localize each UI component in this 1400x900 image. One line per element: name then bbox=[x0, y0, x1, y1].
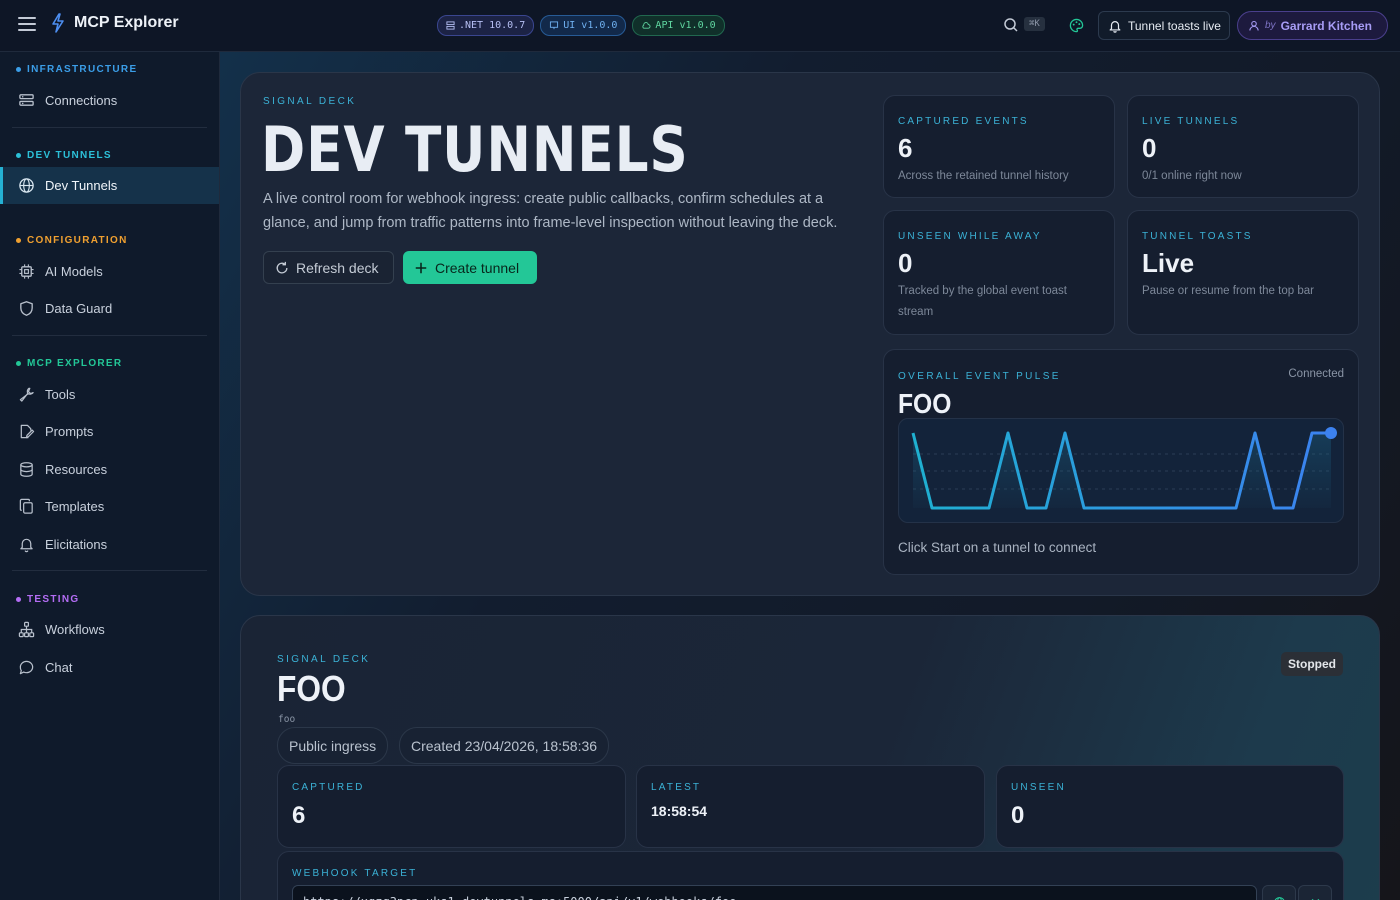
status-badge: Stopped bbox=[1281, 652, 1343, 676]
user-name: Garrard Kitchen bbox=[1280, 18, 1372, 33]
api-version-badge: API v1.0.0 bbox=[632, 15, 725, 36]
dotnet-version-badge: .NET 10.0.7 bbox=[437, 15, 535, 36]
refresh-icon bbox=[276, 261, 288, 273]
pulse-sparkline bbox=[911, 427, 1337, 510]
sidebar-divider bbox=[12, 570, 207, 571]
bell-icon bbox=[20, 538, 33, 553]
tunnel-card: SIGNAL DECK FOO foo Stopped Public ingre… bbox=[240, 615, 1380, 900]
sidebar-item-elicitations[interactable]: Elicitations bbox=[0, 526, 219, 563]
globe-icon bbox=[1273, 896, 1285, 900]
sidebar-item-prompts[interactable]: Prompts bbox=[0, 413, 219, 450]
bolt-icon bbox=[52, 13, 64, 33]
tunnel-unseen-card: UNSEEN 0 bbox=[996, 765, 1344, 848]
cloud-icon bbox=[642, 22, 651, 29]
brand[interactable]: MCP Explorer bbox=[50, 13, 179, 33]
tunnel-toasts-toggle-button[interactable]: Tunnel toasts live bbox=[1098, 11, 1230, 40]
monitor-icon bbox=[550, 21, 559, 30]
webhook-url-field[interactable]: https://xqzq3pcp.uks1.devtunnels.ms:5000… bbox=[292, 885, 1257, 900]
wrench-icon bbox=[19, 387, 34, 402]
sidebar-section-configuration: CONFIGURATION bbox=[16, 235, 128, 246]
plus-icon bbox=[415, 262, 427, 273]
hamburger-menu-icon[interactable] bbox=[18, 17, 36, 35]
stat-card-live-tunnels: LIVE TUNNELS 0 0/1 online right now bbox=[1127, 95, 1359, 198]
chip-public-ingress: Public ingress bbox=[277, 727, 389, 764]
hero-description: A live control room for webhook ingress:… bbox=[263, 191, 838, 231]
shield-icon bbox=[20, 301, 33, 316]
main-content: SIGNAL DECK DEV TUNNELS A live control r… bbox=[220, 52, 1400, 900]
sidebar-item-dev-tunnels[interactable]: Dev Tunnels bbox=[0, 167, 219, 204]
user-menu-button[interactable]: by Garrard Kitchen bbox=[1237, 11, 1388, 40]
chat-icon bbox=[19, 660, 34, 675]
search-icon[interactable] bbox=[1003, 17, 1019, 33]
bell-icon bbox=[1109, 20, 1121, 33]
hero-eyebrow: SIGNAL DECK bbox=[263, 96, 357, 107]
app-title: MCP Explorer bbox=[74, 14, 179, 31]
tunnel-latest-card: LATEST 18:58:54 bbox=[636, 765, 985, 848]
sidebar-section-dev-tunnels: DEV TUNNELS bbox=[16, 150, 112, 161]
code-view-button[interactable] bbox=[1298, 885, 1332, 900]
hero-card: SIGNAL DECK DEV TUNNELS A live control r… bbox=[240, 72, 1380, 596]
code-icon bbox=[1310, 898, 1320, 900]
sidebar-section-testing: TESTING bbox=[16, 594, 79, 605]
sidebar-section-mcp-explorer: MCP EXPLORER bbox=[16, 358, 122, 369]
server-icon bbox=[19, 94, 34, 106]
sidebar-item-chat[interactable]: Chat bbox=[0, 649, 219, 686]
sidebar-item-data-guard[interactable]: Data Guard bbox=[0, 290, 219, 327]
database-icon bbox=[20, 462, 33, 477]
pulse-area bbox=[913, 433, 1331, 508]
tunnel-title: FOO bbox=[277, 668, 346, 709]
globe-icon bbox=[19, 178, 34, 193]
sidebar-item-workflows[interactable]: Workflows bbox=[0, 611, 219, 648]
copy-icon bbox=[19, 498, 33, 514]
pulse-hint: Click Start on a tunnel to connect bbox=[898, 540, 1097, 555]
connection-status: Connected bbox=[1288, 368, 1344, 380]
workflow-icon bbox=[18, 621, 35, 638]
open-url-button[interactable] bbox=[1262, 885, 1296, 900]
ui-version-badge: UI v1.0.0 bbox=[540, 15, 627, 36]
top-bar: MCP Explorer .NET 10.0.7 UI v1.0.0 API v… bbox=[0, 0, 1400, 52]
sidebar-item-ai-models[interactable]: AI Models bbox=[0, 253, 219, 290]
stat-card-captured-events: CAPTURED EVENTS 6 Across the retained tu… bbox=[883, 95, 1115, 198]
pulse-label: OVERALL EVENT PULSE bbox=[898, 371, 1061, 382]
refresh-deck-button[interactable]: Refresh deck bbox=[263, 251, 394, 284]
version-badges: .NET 10.0.7 UI v1.0.0 API v1.0.0 bbox=[437, 15, 725, 36]
pulse-chart bbox=[898, 418, 1344, 523]
sidebar-section-infrastructure: INFRASTRUCTURE bbox=[16, 64, 137, 75]
create-tunnel-button[interactable]: Create tunnel bbox=[403, 251, 537, 284]
sidebar-item-templates[interactable]: Templates bbox=[0, 488, 219, 525]
server-icon bbox=[446, 21, 455, 30]
sidebar-divider bbox=[12, 335, 207, 336]
search-shortcut: ⌘K bbox=[1024, 17, 1045, 31]
user-icon bbox=[1249, 20, 1259, 31]
sidebar-item-resources[interactable]: Resources bbox=[0, 451, 219, 488]
palette-icon[interactable] bbox=[1069, 18, 1084, 33]
sidebar: INFRASTRUCTURE Connections DEV TUNNELS D… bbox=[0, 52, 220, 900]
tunnel-captured-card: CAPTURED 6 bbox=[277, 765, 626, 848]
sidebar-divider bbox=[12, 127, 207, 128]
page-title: DEV TUNNELS bbox=[261, 113, 689, 186]
tunnel-eyebrow: SIGNAL DECK bbox=[277, 654, 371, 665]
sidebar-item-tools[interactable]: Tools bbox=[0, 376, 219, 413]
pulse-tunnel-name: FOO bbox=[898, 388, 952, 419]
pulse-latest-point bbox=[1325, 427, 1337, 439]
sidebar-item-connections[interactable]: Connections bbox=[0, 82, 219, 119]
chip-icon bbox=[19, 264, 34, 279]
stat-card-tunnel-toasts: TUNNEL TOASTS Live Pause or resume from … bbox=[1127, 210, 1359, 335]
chip-created-date: Created 23/04/2026, 18:58:36 bbox=[399, 727, 610, 764]
event-pulse-card: OVERALL EVENT PULSE Connected FOO Click … bbox=[883, 349, 1359, 575]
stat-card-unseen-while-away: UNSEEN WHILE AWAY 0 Tracked by the globa… bbox=[883, 210, 1115, 335]
tunnel-slug: foo bbox=[278, 714, 296, 725]
document-pen-icon bbox=[20, 424, 35, 439]
webhook-target-card: WEBHOOK TARGET https://xqzq3pcp.uks1.dev… bbox=[277, 851, 1344, 900]
